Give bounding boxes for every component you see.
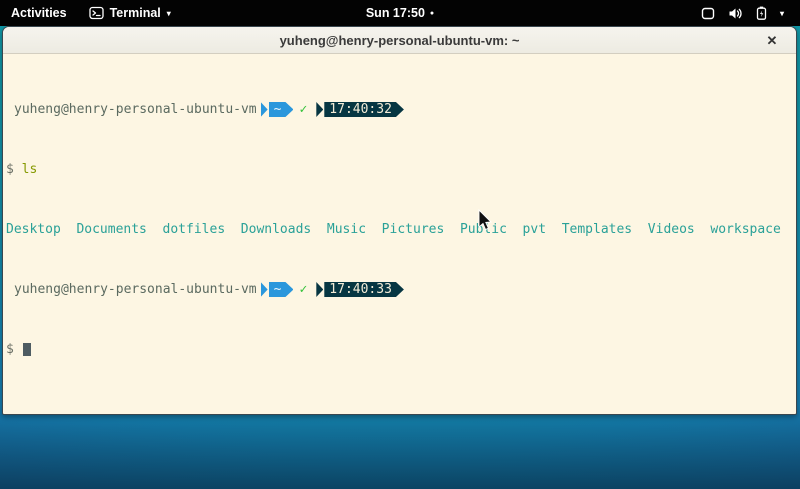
battery-charging-icon xyxy=(756,6,767,20)
status-check-icon: ✓ xyxy=(293,102,312,117)
powerline-arrow-icon xyxy=(261,102,268,117)
clock-label: Sun 17:50 xyxy=(366,6,425,20)
prompt-path-segment: ~ xyxy=(269,102,294,117)
command-line: $ ls xyxy=(6,162,796,177)
command-text: ls xyxy=(22,162,38,177)
terminal-screen[interactable]: yuheng@henry-personal-ubuntu-vm~✓17:40:3… xyxy=(3,54,796,414)
prompt-line-1: yuheng@henry-personal-ubuntu-vm ~✓ 17:40:3… xyxy=(6,102,796,117)
ls-output: Desktop Documents dotfiles Downloads Mus… xyxy=(6,222,796,237)
window-titlebar[interactable]: yuheng@henry-personal-ubuntu-vm: ~ ✕ xyxy=(3,27,796,54)
prompt-path-segment: ~ xyxy=(269,282,294,297)
prompt-time-segment: 17:40:32 xyxy=(324,102,404,117)
window-title: yuheng@henry-personal-ubuntu-vm: ~ xyxy=(280,33,520,48)
activities-button[interactable]: Activities xyxy=(0,0,81,26)
notification-dot: ● xyxy=(430,10,434,17)
powerline-arrow-icon xyxy=(316,102,323,117)
system-menu-chevron-icon: ▾ xyxy=(780,10,784,18)
screen-icon xyxy=(701,7,715,20)
top-bar: Activities Terminal ▾ Sun 17:50 ● xyxy=(0,0,800,26)
input-line: $ xyxy=(6,342,796,357)
app-menu-terminal[interactable]: Terminal ▾ xyxy=(81,0,179,26)
prompt-line-2: yuheng@henry-personal-ubuntu-vm ~✓ 17:40:3… xyxy=(6,282,796,297)
prompt-dollar: $ xyxy=(6,162,14,177)
prompt-time-segment: 17:40:33 xyxy=(324,282,404,297)
close-button[interactable]: ✕ xyxy=(760,27,784,54)
app-menu-label: Terminal xyxy=(110,6,161,20)
powerline-arrow-icon xyxy=(261,282,268,297)
terminal-window: yuheng@henry-personal-ubuntu-vm: ~ ✕ yuh… xyxy=(2,26,797,415)
volume-icon xyxy=(728,7,743,20)
clock-button[interactable]: Sun 17:50 ● xyxy=(366,6,434,20)
system-status-area[interactable]: ▾ xyxy=(701,0,800,26)
prompt-user: yuheng@henry-personal-ubuntu-vm xyxy=(6,282,257,297)
prompt-dollar: $ xyxy=(6,342,14,357)
prompt-user: yuheng@henry-personal-ubuntu-vm xyxy=(6,102,257,117)
activities-label: Activities xyxy=(11,6,67,20)
powerline-arrow-icon xyxy=(316,282,323,297)
terminal-cursor xyxy=(23,343,31,356)
terminal-icon xyxy=(89,6,104,20)
chevron-down-icon: ▾ xyxy=(167,10,171,18)
status-check-icon: ✓ xyxy=(293,282,312,297)
